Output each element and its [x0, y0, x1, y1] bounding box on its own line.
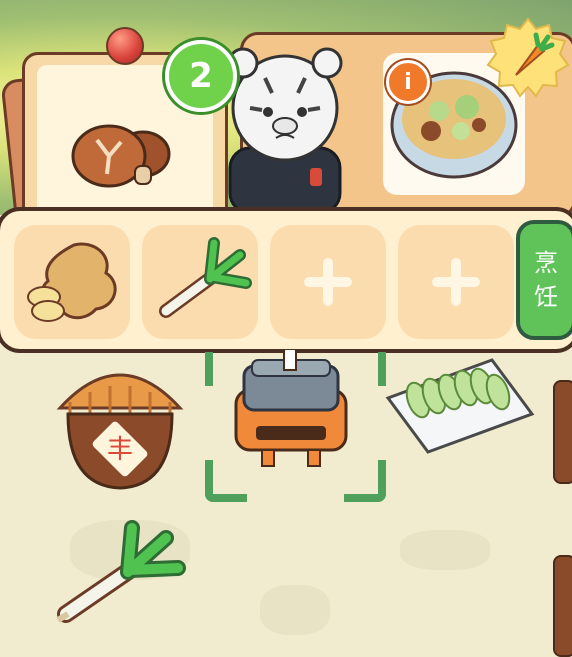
cooking-pot[interactable] — [226, 350, 356, 470]
ingredient-slot-3[interactable] — [270, 225, 386, 339]
ingredient-slot-bar — [0, 207, 572, 353]
pushpin-icon — [106, 27, 144, 65]
ginger-icon — [27, 242, 117, 322]
cook-button-label-1: 烹 — [534, 249, 558, 277]
storage-jar[interactable]: 丰 — [40, 352, 200, 492]
cut-cucumber-tray[interactable] — [384, 356, 536, 456]
remaining-count-badge: 2 — [165, 40, 237, 112]
shiitake-mushroom-icon — [71, 124, 171, 188]
green-onion[interactable] — [48, 518, 198, 638]
cook-button-label-2: 饪 — [534, 283, 558, 311]
ingredient-slot-4[interactable] — [398, 225, 514, 339]
wooden-post — [553, 555, 572, 657]
storage-jar-label: 丰 — [107, 435, 133, 465]
wooden-post — [553, 380, 572, 484]
cook-button[interactable]: 烹 饪 — [516, 220, 572, 340]
floor-stain — [400, 530, 490, 570]
ingredient-slot-2[interactable] — [142, 225, 258, 339]
floor-stain — [260, 585, 330, 635]
ingredient-slot-1[interactable] — [14, 225, 130, 339]
green-onion-icon — [159, 237, 252, 318]
carrot-icon — [486, 17, 570, 98]
info-button[interactable]: i — [386, 60, 430, 104]
